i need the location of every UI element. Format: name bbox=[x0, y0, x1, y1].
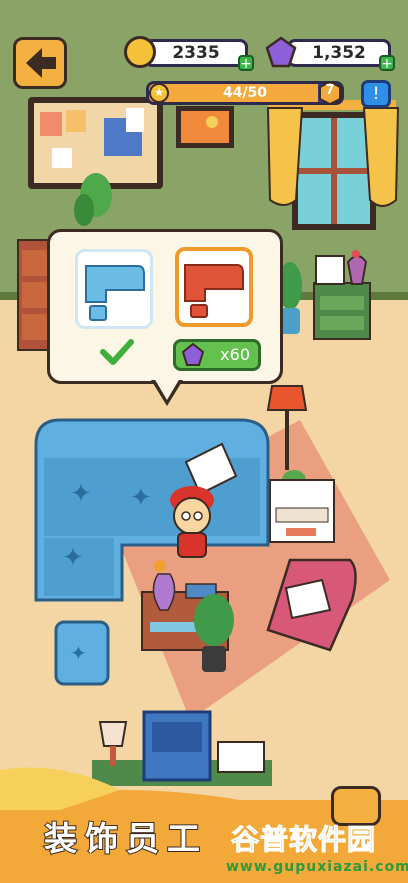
coin-counter: 2335 bbox=[144, 39, 248, 67]
svg-text:✦: ✦ bbox=[62, 543, 84, 573]
sofa-option-red[interactable] bbox=[175, 247, 253, 327]
svg-text:✦: ✦ bbox=[130, 483, 152, 513]
level-number: 7 bbox=[325, 83, 335, 98]
add-gems-button[interactable]: + bbox=[379, 55, 395, 71]
wall-painting bbox=[176, 106, 234, 148]
level-badge: 7 bbox=[318, 80, 342, 106]
watermark-name: 谷普软件园 bbox=[230, 823, 377, 857]
star-icon: ★ bbox=[149, 83, 169, 103]
level-progress-text: 44/50 bbox=[222, 85, 268, 101]
cost-label: x60 bbox=[220, 345, 250, 364]
back-button[interactable] bbox=[13, 37, 67, 89]
checkmark-icon bbox=[100, 338, 134, 366]
level-progress-bar: 44/50 bbox=[146, 81, 344, 105]
watermark-url: www.gupuxiazai.com bbox=[226, 859, 408, 875]
red-sofa-thumbnail bbox=[184, 264, 244, 318]
blue-sofa-thumbnail bbox=[85, 265, 145, 321]
banner-title: 装饰员工 bbox=[43, 818, 208, 859]
add-coins-button[interactable]: + bbox=[238, 55, 254, 71]
info-alert-button[interactable]: ! bbox=[361, 80, 391, 108]
svg-text:✦: ✦ bbox=[70, 479, 92, 509]
gem-icon bbox=[265, 36, 297, 68]
nightstand bbox=[269, 479, 335, 543]
gem-counter: 1,352 bbox=[287, 39, 391, 67]
sofa-option-blue[interactable] bbox=[75, 249, 153, 329]
coin-amount: 2335 bbox=[172, 43, 220, 63]
arrow-left-icon bbox=[26, 48, 56, 78]
room-scene: ✦ ✦ ✦ ✦ bbox=[0, 0, 408, 883]
coin-icon bbox=[124, 36, 156, 68]
gem-amount: 1,352 bbox=[312, 43, 366, 63]
side-cabinet bbox=[313, 250, 371, 340]
svg-text:✦: ✦ bbox=[70, 641, 87, 665]
footstool: ✦ bbox=[54, 620, 110, 686]
cost-gem-icon bbox=[181, 342, 205, 367]
